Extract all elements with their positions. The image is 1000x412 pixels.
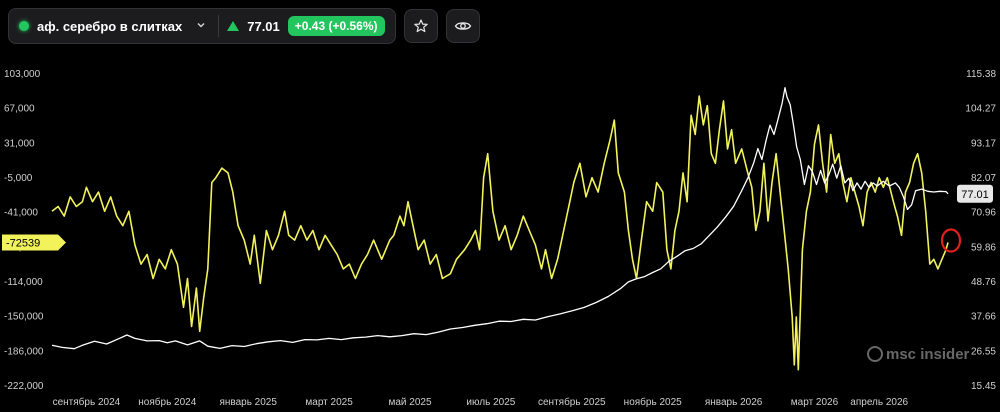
x-tick-label: май 2025 <box>388 397 431 408</box>
left-tick-label: -41,000 <box>4 208 38 219</box>
x-tick-label: ноябрь 2024 <box>138 396 196 408</box>
watermark-logo-icon <box>867 346 883 362</box>
x-tick-label: ноябрь 2025 <box>624 396 682 408</box>
price-chart[interactable]: msc insider 103,000 67,000 31,000 -5,000 -41… <box>0 0 1000 412</box>
right-last-value-label: 77.01 <box>961 189 989 201</box>
left-tick-label: 103,000 <box>4 69 41 80</box>
x-tick-label: январь 2025 <box>219 397 277 408</box>
left-tick-label: -114,000 <box>4 277 43 288</box>
left-tick-label: -5,000 <box>4 173 33 184</box>
right-tick-label: 48.76 <box>971 277 996 288</box>
x-tick-label: июль 2025 <box>466 397 515 408</box>
x-tick-label: март 2025 <box>305 397 353 408</box>
left-tick-label: 31,000 <box>4 138 35 149</box>
markers: -72539 77.01 <box>2 184 993 253</box>
right-tick-label: 115.38 <box>966 69 996 80</box>
watermark: msc insider <box>867 346 970 363</box>
right-tick-label: 70.96 <box>971 208 996 219</box>
right-tick-label: 93.17 <box>971 138 996 149</box>
x-tick-label: март 2026 <box>791 397 839 408</box>
left-tick-label: -150,000 <box>4 312 44 323</box>
right-tick-label: 26.55 <box>971 346 996 357</box>
right-tick-label: 15.45 <box>971 381 996 392</box>
x-axis: сентябрь 2024 ноябрь 2024 январь 2025 март … <box>53 396 909 408</box>
left-tick-label: -222,000 <box>4 381 44 392</box>
series-line-yellow <box>51 95 949 371</box>
right-tick-label: 37.66 <box>971 312 996 323</box>
x-tick-label: сентябрь 2025 <box>538 396 606 408</box>
x-tick-label: апрель 2026 <box>850 397 908 408</box>
series-layer <box>51 87 949 371</box>
right-tick-label: 59.86 <box>971 242 996 253</box>
left-tick-label: -186,000 <box>4 346 44 357</box>
right-y-axis: 115.38 104.27 93.17 82.07 70.96 59.86 48.76 37.… <box>965 69 996 392</box>
series-line-white <box>51 87 949 350</box>
x-tick-label: сентябрь 2024 <box>53 396 121 408</box>
left-y-axis: 103,00067,00031,000-5,000-41,000-78,000-… <box>4 69 44 392</box>
left-last-value-label: -72539 <box>6 238 40 250</box>
watermark-text: msc insider <box>886 346 970 363</box>
right-tick-label: 104.27 <box>965 104 996 115</box>
x-tick-label: январь 2026 <box>705 397 763 408</box>
left-tick-label: 67,000 <box>4 104 35 115</box>
highlight-circle-marker <box>940 228 962 253</box>
right-tick-label: 82.07 <box>971 173 996 184</box>
